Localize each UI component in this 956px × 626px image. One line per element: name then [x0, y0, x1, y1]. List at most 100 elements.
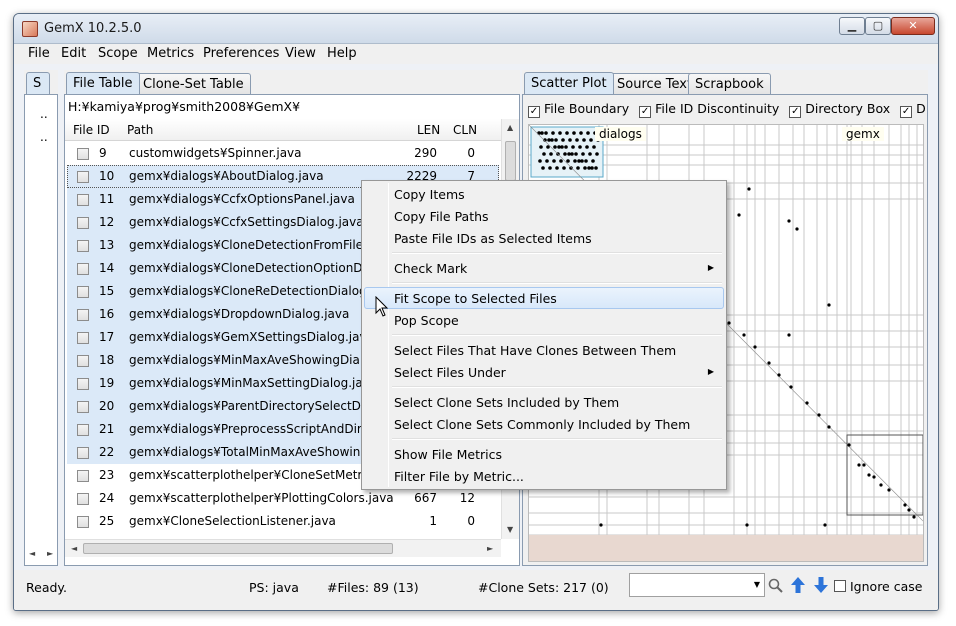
scroll-down-icon[interactable]: ▼: [507, 525, 513, 534]
menu-show-file-metrics[interactable]: Show File Metrics: [364, 443, 724, 465]
col-len[interactable]: LEN: [417, 123, 440, 137]
row-checkbox[interactable]: [77, 447, 89, 459]
app-icon: [22, 21, 38, 37]
menu-copy-file-paths[interactable]: Copy File Paths: [364, 205, 724, 227]
current-path: H:¥kamiya¥prog¥smith2008¥GemX¥: [68, 99, 301, 114]
horizontal-scrollbar[interactable]: ◄ ►: [65, 539, 501, 557]
table-row[interactable]: 9 customwidgets¥Spinner.java 290 0: [67, 142, 499, 165]
narrow-row: ..: [40, 107, 48, 121]
menu-metrics[interactable]: Metrics: [147, 46, 194, 61]
minimize-icon[interactable]: ▁: [839, 17, 865, 35]
search-icon[interactable]: [768, 578, 784, 594]
row-path: gemx¥dialogs¥GemXSettingsDialog.java: [129, 330, 374, 344]
table-row[interactable]: 26 gemx¥ClonesetTable.java 5754 19: [67, 533, 499, 538]
row-checkbox[interactable]: [77, 401, 89, 413]
row-file-id: 23: [99, 468, 115, 482]
row-checkbox[interactable]: [77, 424, 89, 436]
row-file-id: 24: [99, 491, 115, 505]
menu-preferences[interactable]: Preferences: [203, 46, 279, 61]
row-checkbox[interactable]: [77, 217, 89, 229]
row-checkbox[interactable]: [77, 148, 89, 160]
tab-clone-set-table[interactable]: Clone-Set Table: [136, 73, 251, 95]
tab-scatter-plot[interactable]: Scatter Plot: [524, 72, 614, 94]
menu-view[interactable]: View: [285, 46, 316, 61]
row-file-id: 20: [99, 399, 115, 413]
scroll-right-icon[interactable]: ►: [47, 549, 53, 558]
menu-filter-file-by-metric[interactable]: Filter File by Metric...: [364, 465, 724, 487]
arrow-down-icon[interactable]: [813, 576, 829, 594]
row-path: gemx¥dialogs¥TotalMinMaxAveShowing: [129, 445, 368, 459]
row-checkbox[interactable]: [77, 263, 89, 275]
status-ps: PS: java: [249, 580, 299, 595]
scroll-left-icon[interactable]: ◄: [71, 544, 77, 553]
tab-scrapbook[interactable]: Scrapbook: [688, 73, 771, 95]
row-checkbox[interactable]: [77, 516, 89, 528]
menu-separator: [392, 438, 722, 440]
row-checkbox[interactable]: [77, 286, 89, 298]
checkbox-checked-icon[interactable]: ✓: [789, 106, 802, 118]
search-input[interactable]: ▼: [629, 573, 765, 597]
row-checkbox[interactable]: [77, 171, 89, 183]
arrow-up-icon[interactable]: [790, 576, 806, 594]
checkbox-checked-icon[interactable]: ✓: [639, 106, 652, 118]
chevron-down-icon[interactable]: ▼: [754, 580, 760, 589]
row-checkbox[interactable]: [77, 470, 89, 482]
submenu-arrow-icon: ▶: [707, 367, 714, 376]
menu-select-clone-sets-commonly[interactable]: Select Clone Sets Commonly Included by T…: [364, 413, 724, 435]
row-path: gemx¥ClonesetTable.java: [129, 537, 283, 538]
menu-select-files-under[interactable]: Select Files Under ▶: [364, 361, 724, 383]
scroll-left-icon[interactable]: ◄: [29, 549, 35, 558]
scroll-thumb-h[interactable]: [83, 543, 393, 554]
menu-scope[interactable]: Scope: [98, 46, 138, 61]
menu-paste-file-ids[interactable]: Paste File IDs as Selected Items: [364, 227, 724, 249]
close-icon[interactable]: ✕: [891, 17, 935, 35]
scroll-up-icon[interactable]: ▲: [507, 123, 513, 132]
menu-pop-scope[interactable]: Pop Scope: [364, 309, 724, 331]
row-checkbox[interactable]: [77, 355, 89, 367]
tab-source-text[interactable]: Source Text: [610, 73, 700, 95]
menu-copy-items[interactable]: Copy Items: [364, 183, 724, 205]
row-checkbox[interactable]: [77, 194, 89, 206]
menu-edit[interactable]: Edit: [61, 46, 86, 61]
table-row[interactable]: 25 gemx¥CloneSelectionListener.java 1 0: [67, 510, 499, 533]
col-path[interactable]: Path: [127, 123, 153, 137]
cursor-icon: [375, 296, 389, 317]
row-path: gemx¥dialogs¥MinMaxSettingDialog.java: [129, 376, 378, 390]
scroll-right-icon[interactable]: ►: [487, 544, 493, 553]
row-file-id: 21: [99, 422, 115, 436]
ignore-case-checkbox[interactable]: Ignore case: [834, 579, 922, 594]
checkbox-icon[interactable]: [834, 580, 846, 592]
row-path: gemx¥dialogs¥CloneDetectionFromFileL: [129, 238, 370, 252]
menu-fit-scope[interactable]: Fit Scope to Selected Files: [364, 287, 724, 309]
checkbox-checked-icon[interactable]: ✓: [900, 106, 913, 118]
menu-help[interactable]: Help: [327, 46, 357, 61]
table-row[interactable]: 24 gemx¥scatterplothelper¥PlottingColors.…: [67, 487, 499, 510]
col-file-id[interactable]: File ID: [73, 123, 110, 137]
row-checkbox[interactable]: [77, 332, 89, 344]
status-clone-sets: #Clone Sets: 217 (0): [478, 580, 609, 595]
directory-box-option[interactable]: ✓ Directory Box: [789, 101, 890, 118]
menu-check-mark[interactable]: Check Mark ▶: [364, 257, 724, 279]
file-id-discontinuity-option[interactable]: ✓ File ID Discontinuity: [639, 101, 779, 118]
dia-option[interactable]: ✓Dia: [900, 101, 926, 118]
menu-select-files-clones-between[interactable]: Select Files That Have Clones Between Th…: [364, 339, 724, 361]
tab-file-table[interactable]: File Table: [66, 72, 140, 94]
maximize-icon[interactable]: ▢: [865, 17, 891, 35]
scroll-thumb[interactable]: [505, 141, 516, 181]
menu-file[interactable]: File: [28, 46, 50, 61]
row-cln: 12: [459, 491, 475, 505]
row-file-id: 12: [99, 215, 115, 229]
table-header: File ID Path LEN CLN: [65, 119, 501, 141]
row-checkbox[interactable]: [77, 309, 89, 321]
row-file-id: 14: [99, 261, 115, 275]
col-cln[interactable]: CLN: [453, 123, 477, 137]
tab-narrow[interactable]: S: [26, 72, 50, 94]
row-checkbox[interactable]: [77, 493, 89, 505]
file-boundary-option[interactable]: ✓ File Boundary: [528, 101, 629, 118]
row-checkbox[interactable]: [77, 240, 89, 252]
menu-select-clone-sets-included[interactable]: Select Clone Sets Included by Them: [364, 391, 724, 413]
checkbox-checked-icon[interactable]: ✓: [528, 106, 540, 118]
dir-label-gemx: gemx: [842, 127, 884, 141]
row-checkbox[interactable]: [77, 378, 89, 390]
row-file-id: 10: [99, 169, 115, 183]
